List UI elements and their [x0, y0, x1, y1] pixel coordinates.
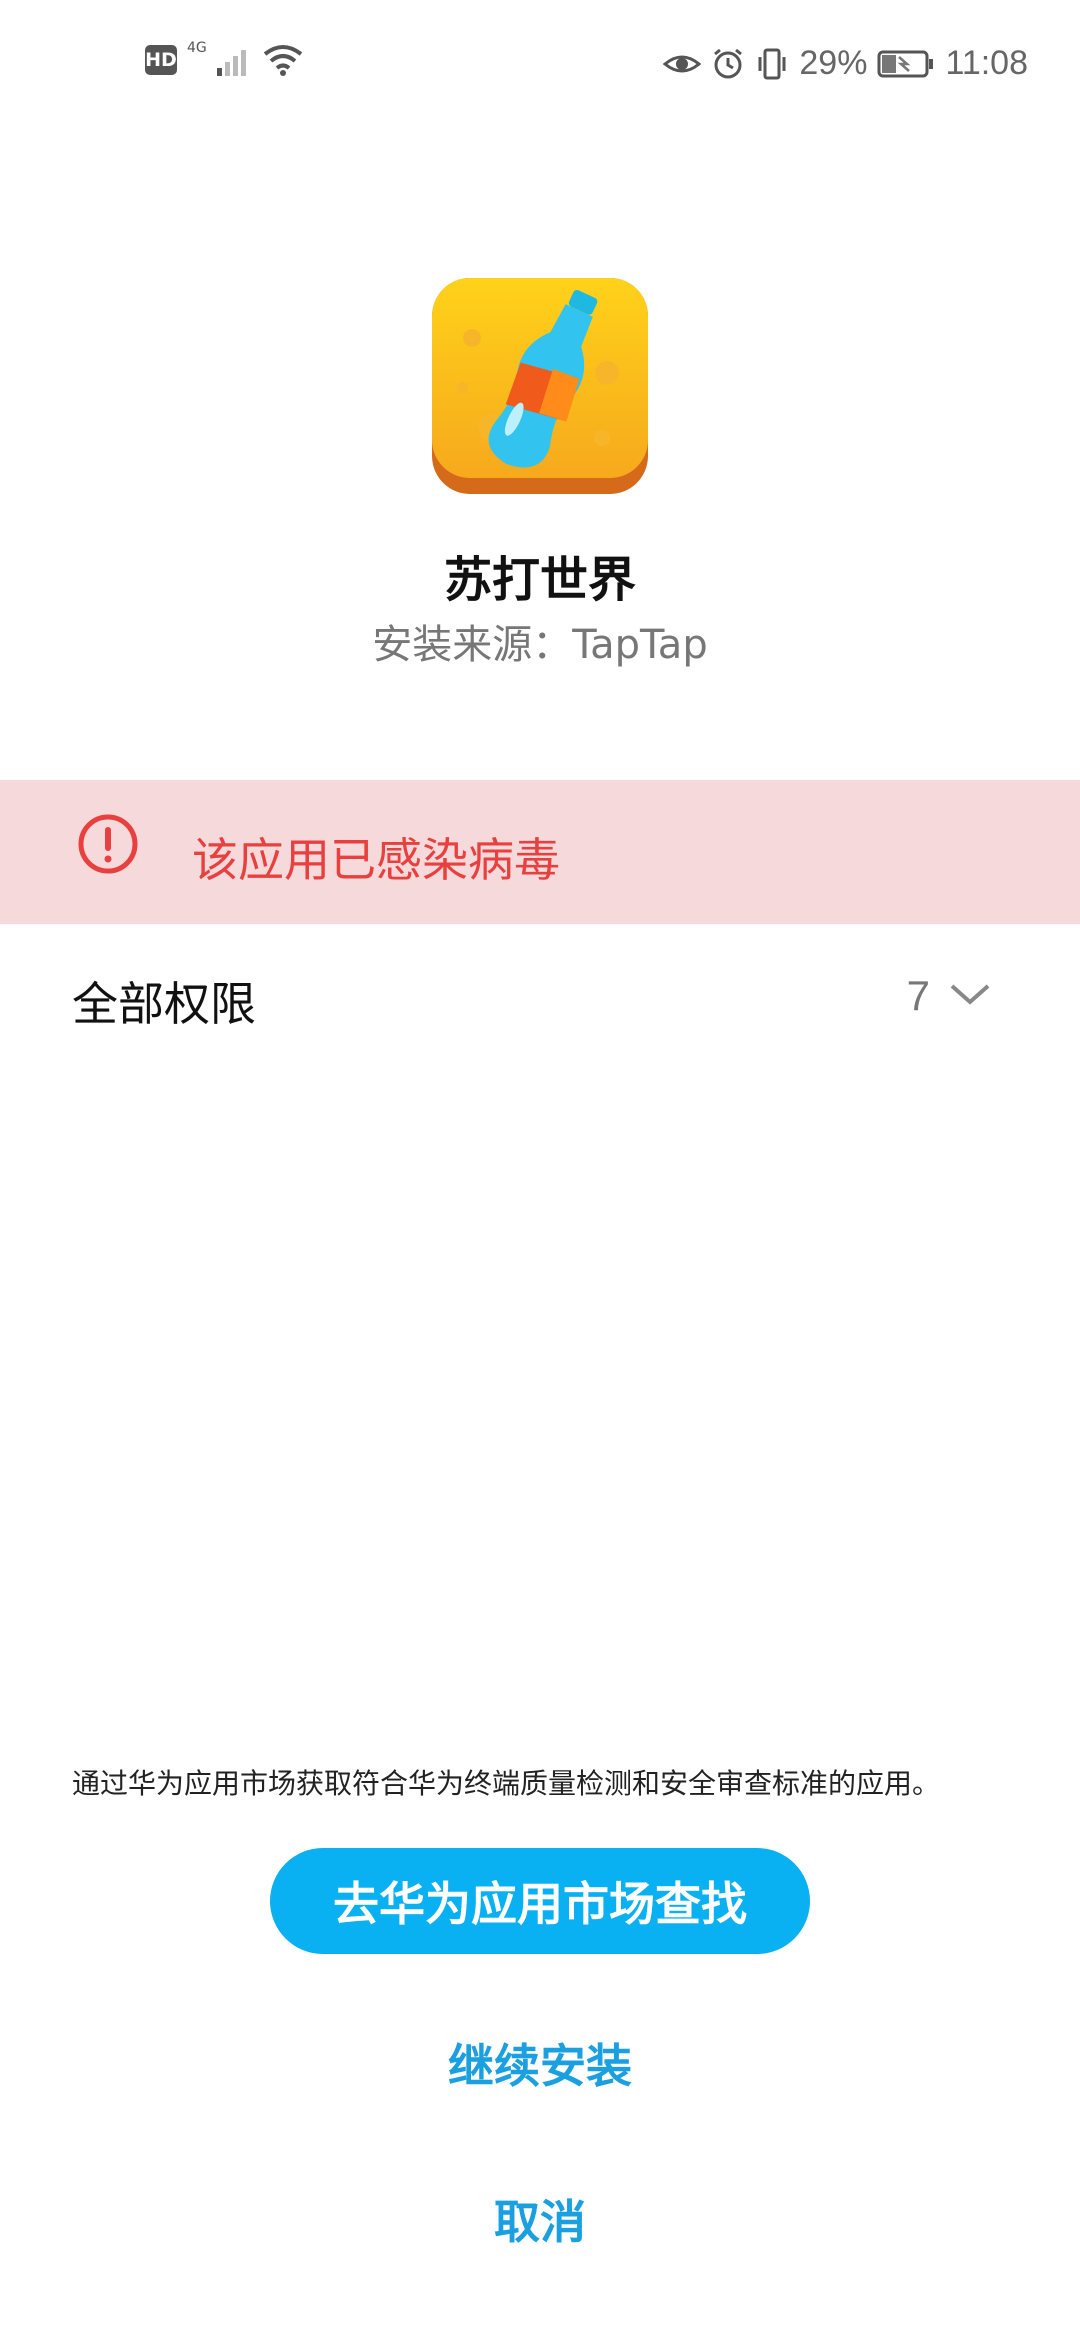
continue-install-button[interactable]: 继续安装: [0, 2030, 1080, 2096]
eye-icon: [663, 48, 702, 80]
wifi-icon: [263, 44, 303, 76]
battery-icon: [877, 49, 935, 79]
status-bar-right: 29% 11:08: [663, 44, 1028, 83]
virus-warning-banner: 该应用已感染病毒: [0, 780, 1080, 924]
hd-icon: HD: [145, 45, 177, 75]
status-bar: HD 4G 29% 11:08: [0, 0, 1080, 130]
clock: 11:08: [945, 44, 1028, 82]
vibrate-icon: [755, 47, 789, 81]
install-source: 安装来源：TapTap: [372, 622, 708, 668]
permissions-count: 7: [906, 972, 930, 1019]
permissions-label: 全部权限: [72, 977, 256, 1031]
signal-icon: [216, 44, 253, 76]
status-bar-left: HD 4G: [145, 40, 303, 76]
screen: HD 4G 29% 11:08 苏打世界 安装来源：TapTap 该应用已感染病…: [0, 0, 1080, 2340]
warning-text: 该应用已感染病毒: [192, 833, 560, 887]
chevron-down-icon[interactable]: [948, 980, 992, 1012]
battery-percent: 29%: [799, 44, 868, 82]
app-name: 苏打世界: [443, 552, 636, 608]
alarm-icon: [711, 47, 745, 81]
all-permissions-row[interactable]: 全部权限 7: [0, 940, 1080, 1060]
appgallery-notice: 通过华为应用市场获取符合华为终端质量检测和安全审查标准的应用。: [72, 1767, 941, 1800]
soda-bottle-app-icon: [432, 278, 648, 494]
alert-circle-icon: [76, 812, 140, 880]
cancel-button[interactable]: 取消: [0, 2186, 1080, 2252]
network-type: 4G: [187, 40, 207, 56]
go-to-appgallery-button[interactable]: 去华为应用市场查找: [270, 1848, 810, 1954]
